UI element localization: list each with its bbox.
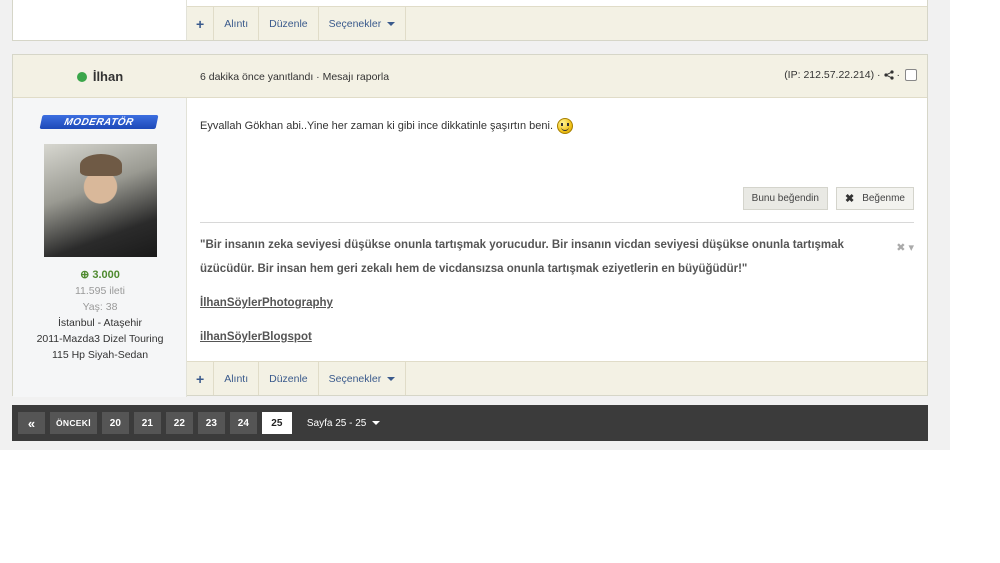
online-status-icon xyxy=(76,71,87,82)
plus-circle-icon: ⊕ xyxy=(80,269,90,281)
unlike-button[interactable]: ✖ Beğenme xyxy=(835,187,914,210)
page-link-22[interactable]: 22 xyxy=(165,412,193,434)
multiquote-button[interactable]: + xyxy=(187,362,215,395)
first-page-button[interactable]: « xyxy=(18,412,45,434)
unlike-label: Beğenme xyxy=(862,193,905,204)
user-car-line1: 2011-Mazda3 Dizel Touring xyxy=(36,333,164,345)
user-age: Yaş: 38 xyxy=(82,301,118,313)
options-label: Seçenekler xyxy=(328,372,382,385)
edit-button[interactable]: Düzenle xyxy=(259,362,319,395)
page-link-24[interactable]: 24 xyxy=(229,412,257,434)
options-dropdown[interactable]: Seçenekler xyxy=(319,362,407,395)
post-message: Eyvallah Gökhan abi..Yine her zaman ki g… xyxy=(200,118,574,134)
close-icon: ✖ xyxy=(844,193,855,205)
chevron-down-icon xyxy=(372,421,381,425)
current-page: 25 xyxy=(261,412,292,434)
previous-post-toolbar: + Alıntı Düzenle Seçenekler xyxy=(187,6,927,40)
moderator-badge: MODERATÖR xyxy=(39,115,159,129)
post-header: İlhan 6 dakika önce yanıtlandı · Mesajı … xyxy=(13,55,927,98)
ip-address: (IP: 212.57.22.214) · xyxy=(784,69,881,81)
smiley-icon xyxy=(557,118,574,134)
user-stats: ⊕ 3.000 11.595 ileti Yaş: 38 İstanbul - … xyxy=(13,267,187,363)
page-link-20[interactable]: 20 xyxy=(101,412,129,434)
post-header-tools: (IP: 212.57.22.214) · · xyxy=(784,69,917,81)
page: + Alıntı Düzenle Seçenekler İlhan 6 daki… xyxy=(0,0,950,450)
edit-button[interactable]: Düzenle xyxy=(259,7,319,40)
quote-button[interactable]: Alıntı xyxy=(214,7,260,40)
separator-dot: · xyxy=(896,69,901,81)
avatar[interactable] xyxy=(44,144,157,257)
page-info: Sayfa 25 - 25 xyxy=(306,417,367,429)
post-count: 11.595 ileti xyxy=(74,285,125,297)
signature-tools[interactable]: ✖ ▾ xyxy=(896,241,914,254)
page-jump-dropdown[interactable]: Sayfa 25 - 25 xyxy=(306,417,381,429)
previous-post-userbox xyxy=(13,0,187,40)
post-toolbar: + Alıntı Düzenle Seçenekler xyxy=(187,361,927,395)
page-link-21[interactable]: 21 xyxy=(133,412,161,434)
previous-post: + Alıntı Düzenle Seçenekler xyxy=(12,0,928,41)
post-meta[interactable]: 6 dakika önce yanıtlandı · Mesajı raporl… xyxy=(200,71,389,83)
page-link-23[interactable]: 23 xyxy=(197,412,225,434)
chevron-down-icon xyxy=(387,376,396,381)
pagination: « ÖNCEKİ 20 21 22 23 24 25 Sayfa 25 - 25 xyxy=(12,405,928,441)
user-header: İlhan xyxy=(13,55,187,98)
user-car-line2: 115 Hp Siyah-Sedan xyxy=(51,349,149,361)
signature-quote: "Bir insanın zeka seviyesi düşükse onunl… xyxy=(200,239,844,275)
reputation-points: ⊕ 3.000 xyxy=(13,267,187,283)
user-info-panel: MODERATÖR ⊕ 3.000 11.595 ileti Yaş: 38 İ… xyxy=(13,98,187,397)
chevron-down-icon xyxy=(387,21,396,26)
multiquote-button[interactable]: + xyxy=(187,7,215,40)
quote-button[interactable]: Alıntı xyxy=(214,362,260,395)
previous-page-button[interactable]: ÖNCEKİ xyxy=(50,412,97,434)
message-text: Eyvallah Gökhan abi..Yine her zaman ki g… xyxy=(200,120,554,132)
user-location: İstanbul - Ataşehir xyxy=(57,317,143,329)
like-controls: Bunu beğendin ✖ Beğenme xyxy=(742,187,914,210)
signature-link-blogspot[interactable]: ilhanSöylerBlogspot xyxy=(200,331,312,343)
options-dropdown[interactable]: Seçenekler xyxy=(319,7,407,40)
post: İlhan 6 dakika önce yanıtlandı · Mesajı … xyxy=(12,54,928,397)
share-icon[interactable] xyxy=(883,70,894,80)
signature-divider xyxy=(200,222,914,223)
select-post-checkbox[interactable] xyxy=(905,69,917,81)
username[interactable]: İlhan xyxy=(93,69,123,84)
signature-link-photography[interactable]: İlhanSöylerPhotography xyxy=(200,297,333,309)
liked-status[interactable]: Bunu beğendin xyxy=(742,187,828,210)
options-label: Seçenekler xyxy=(328,17,382,30)
points-value: 3.000 xyxy=(92,269,120,281)
